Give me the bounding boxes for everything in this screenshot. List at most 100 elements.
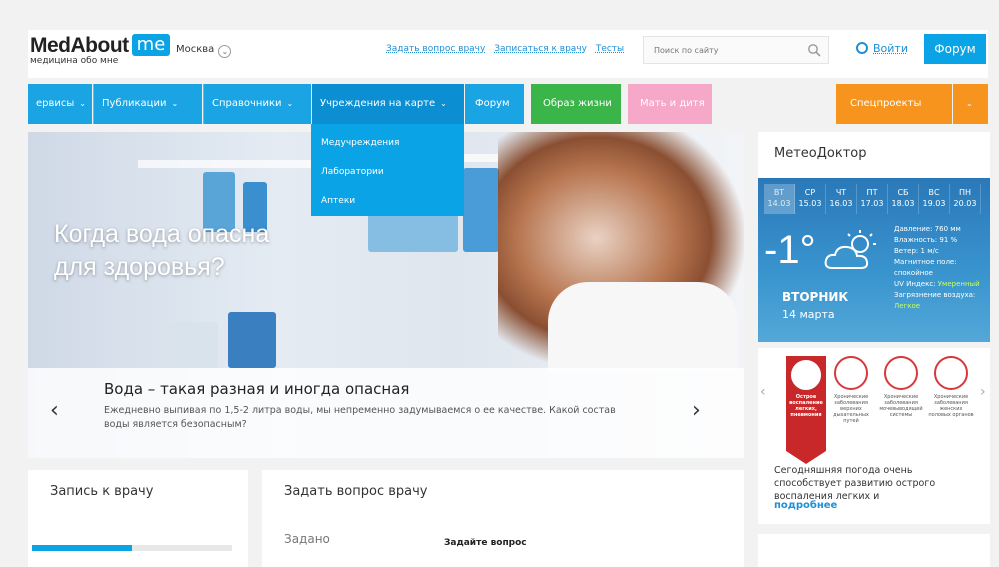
lab-bottle (463, 168, 499, 252)
nav-label: Образ жизни (543, 98, 612, 109)
right-column-card (758, 534, 990, 567)
city-selector[interactable]: Москва ⌄ (176, 44, 232, 58)
pollution-value: Легкое (894, 302, 921, 310)
chevron-down-icon: ⌄ (966, 99, 973, 108)
login-link[interactable]: Войти (856, 42, 908, 55)
pressure: Давление: 760 мм (894, 225, 961, 233)
forecast-day[interactable]: СР 15.03 (795, 184, 826, 214)
risk-item-kidneys[interactable]: Хронические заболевания мочевыводящей си… (878, 356, 924, 418)
nav-institutions-map[interactable]: Учреждения на карте ⌄ (312, 84, 464, 124)
hero-caption-title[interactable]: Вода – такая разная и иногда опасная (104, 380, 409, 398)
main-nav: ервисы ⌄ Публикации ⌄ Справочники ⌄ Учрежде… (28, 84, 988, 124)
magnetic-field: Магнитное поле: спокойное (894, 258, 957, 277)
meteo-panel: ВТ 14.03 СР 15.03 ЧТ 16.03 ПТ 17.03 СБ 18.03 … (758, 178, 990, 342)
nav-more-button[interactable]: ⌄ (953, 84, 988, 124)
day-name: ВС (928, 188, 940, 197)
uv-value: Умеренный (937, 280, 980, 288)
nav-mother-child[interactable]: Мать и дитя (628, 84, 712, 124)
risk-item-female-organs[interactable]: Хронические заболевания женских половых … (928, 356, 974, 418)
chevron-left-icon[interactable]: ‹ (760, 384, 766, 400)
nav-label: Публикации (102, 98, 167, 109)
lab-equipment (168, 322, 218, 368)
day-name: ВТ (773, 188, 785, 197)
city-label: Москва (176, 44, 215, 55)
day-name: ПН (958, 188, 972, 197)
chevron-down-icon: ⌄ (440, 99, 447, 108)
day-name: СБ (897, 188, 909, 197)
book-doctor-link[interactable]: Записаться к врачу (494, 44, 587, 54)
ask-doctor-link[interactable]: Задать вопрос врачу (386, 44, 485, 54)
forecast-days: ВТ 14.03 СР 15.03 ЧТ 16.03 ПТ 17.03 СБ 18.03 … (764, 184, 981, 214)
risk-label: Хронические заболевания мочевыводящей си… (879, 394, 923, 418)
risk-label: Острое воспаление легких, пневмония (789, 394, 823, 418)
chevron-down-icon: ⌄ (171, 99, 179, 108)
site-logo[interactable]: MedAbout me медицина обо мне (30, 34, 171, 66)
meteo-title: МетеоДоктор (774, 146, 867, 161)
chevron-down-icon: ⌄ (218, 45, 232, 58)
chevron-right-icon[interactable]: › (692, 398, 701, 423)
background-shelf (138, 160, 328, 168)
hero-title-line: для здоровья? (54, 253, 225, 281)
health-risk-widget: ‹ Острое воспаление легких, пневмония Хр… (758, 348, 990, 524)
day-date: 14.03 (767, 199, 791, 208)
risk-item-airways[interactable]: Хронические заболевания верхних дыхатель… (828, 356, 874, 424)
day-date: 19.03 (922, 199, 946, 208)
nav-services[interactable]: ервисы ⌄ (28, 84, 92, 124)
site-header: MedAbout me медицина обо мне Москва ⌄ Зада… (28, 30, 988, 78)
forecast-day[interactable]: ПН 20.03 (950, 184, 981, 214)
dropdown-item-pharmacies[interactable]: Аптеки (311, 190, 464, 219)
day-date: 16.03 (829, 199, 853, 208)
airways-icon (834, 356, 868, 390)
dropdown-item-labs[interactable]: Лаборатории (311, 161, 464, 190)
uv-label: UV Индекс: (894, 280, 936, 288)
nav-special-projects[interactable]: Спецпроекты (836, 84, 952, 124)
forum-button[interactable]: Форум (924, 34, 986, 64)
nav-label: Учреждения на карте (320, 98, 436, 109)
dropdown-item-medical[interactable]: Медучреждения (311, 132, 464, 161)
question-title: Задать вопрос врачу (284, 484, 428, 499)
nav-lifestyle[interactable]: Образ жизни (531, 84, 621, 124)
hero-title-line: Когда вода опасна (54, 220, 270, 248)
chevron-down-icon: ⌄ (79, 99, 86, 108)
login-icon (856, 42, 868, 54)
forecast-day[interactable]: ВТ 14.03 (764, 184, 795, 214)
day-name: СР (804, 188, 816, 197)
nav-directories[interactable]: Справочники ⌄ (203, 84, 311, 124)
risk-label: Хронические заболевания верхних дыхатель… (833, 394, 869, 424)
appointment-card: Запись к врачу (28, 470, 248, 567)
hero-title[interactable]: Когда вода опасна для здоровья? (54, 218, 269, 284)
search-icon[interactable] (807, 43, 821, 57)
asked-label: Задано (284, 532, 330, 546)
appointment-title: Запись к врачу (50, 484, 154, 499)
more-link[interactable]: подробнее (774, 500, 837, 511)
hero-caption-text: Ежедневно выпивая по 1,5-2 литра воды, м… (104, 405, 616, 430)
day-name: ПТ (866, 188, 878, 197)
search-box (643, 36, 829, 64)
kidneys-icon (884, 356, 918, 390)
meteo-widget: МетеоДоктор ВТ 14.03 СР 15.03 ЧТ 16.03 ПТ 17… (758, 132, 990, 342)
tests-link[interactable]: Тесты (596, 44, 624, 54)
chevron-down-icon: ⌄ (286, 99, 294, 108)
forecast-day[interactable]: СБ 18.03 (888, 184, 919, 214)
nav-publications[interactable]: Публикации ⌄ (93, 84, 202, 124)
forecast-day[interactable]: ЧТ 16.03 (826, 184, 857, 214)
ask-question-label: Задайте вопрос (444, 538, 527, 548)
risk-item-lungs[interactable]: Острое воспаление легких, пневмония (786, 356, 826, 464)
nav-label: Справочники (212, 98, 282, 109)
chevron-left-icon[interactable]: ‹ (50, 398, 59, 423)
forecast-day[interactable]: ВС 19.03 (919, 184, 950, 214)
day-date: 17.03 (860, 199, 884, 208)
nav-forum[interactable]: Форум (465, 84, 524, 124)
forecast-day[interactable]: ПТ 17.03 (857, 184, 888, 214)
day-date: 20.03 (953, 199, 977, 208)
day-date: 18.03 (891, 199, 915, 208)
login-label: Войти (873, 42, 908, 55)
institutions-dropdown: Медучреждения Лаборатории Аптеки (311, 124, 464, 216)
nav-label: Спецпроекты (850, 98, 922, 109)
lungs-icon (791, 360, 821, 390)
chevron-right-icon[interactable]: › (980, 384, 986, 400)
date-label: 14 марта (782, 308, 835, 321)
search-input[interactable] (644, 37, 794, 63)
weekday-label: ВТОРНИК (782, 290, 849, 304)
logo-me-badge: me (131, 34, 171, 56)
